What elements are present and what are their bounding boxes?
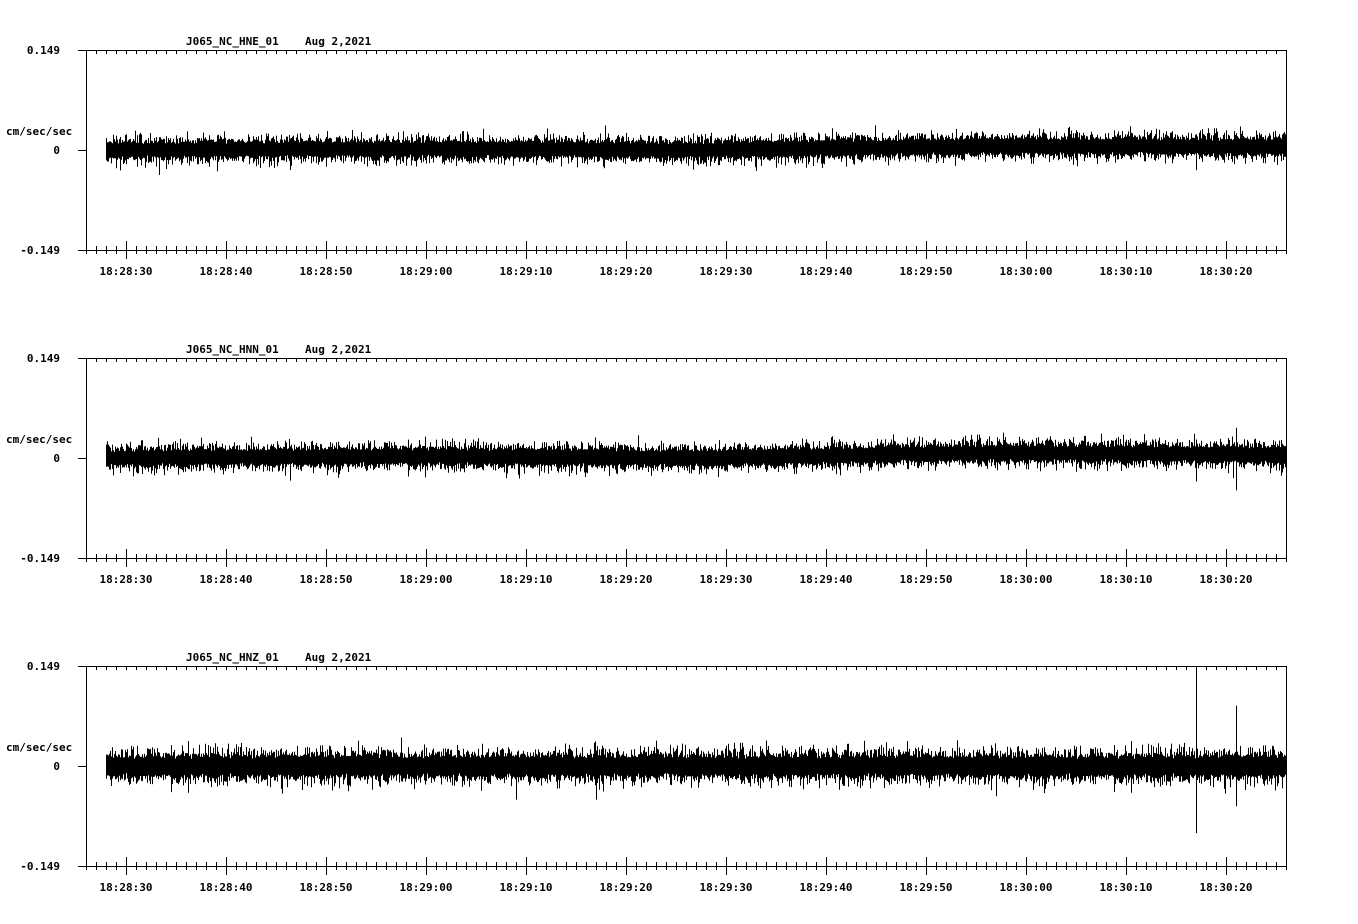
date-label: Aug 2,2021 <box>305 651 372 664</box>
x-tick-label: 18:29:50 <box>900 573 953 586</box>
y-tick-label: 0.149 <box>27 660 60 673</box>
y-tick-label: 0 <box>53 760 60 773</box>
x-tick-label: 18:28:30 <box>100 265 153 278</box>
x-tick-label: 18:28:50 <box>300 881 353 894</box>
y-tick-label: 0.149 <box>27 352 60 365</box>
x-tick-label: 18:30:00 <box>1000 573 1053 586</box>
x-tick-label: 18:28:30 <box>100 573 153 586</box>
x-tick-label: 18:28:50 <box>300 265 353 278</box>
y-axis-label: cm/sec/sec <box>6 433 72 446</box>
x-tick-label: 18:30:10 <box>1100 265 1153 278</box>
x-tick-label: 18:30:00 <box>1000 881 1053 894</box>
y-axis-label: cm/sec/sec <box>6 741 72 754</box>
waveform-trace <box>106 125 1286 175</box>
x-tick-label: 18:28:30 <box>100 881 153 894</box>
x-tick-label: 18:29:00 <box>400 573 453 586</box>
x-tick-label: 18:29:30 <box>700 881 753 894</box>
date-label: Aug 2,2021 <box>305 35 372 48</box>
x-tick-label: 18:29:20 <box>600 265 653 278</box>
y-tick-label: 0.149 <box>27 44 60 57</box>
x-tick-label: 18:29:00 <box>400 265 453 278</box>
y-tick-label: -0.149 <box>20 244 60 257</box>
waveform-trace <box>106 427 1286 491</box>
x-tick-label: 18:29:30 <box>700 573 753 586</box>
seismogram-figure: J065_NC_HNE_01 Aug 2,2021 0.149 0 -0.149 cm/s… <box>6 35 1287 894</box>
panel-2 <box>78 358 1287 567</box>
x-tick-label: 18:29:20 <box>600 573 653 586</box>
x-tick-label: 18:30:20 <box>1200 265 1253 278</box>
x-tick-label: 18:28:40 <box>200 265 253 278</box>
y-tick-label: -0.149 <box>20 552 60 565</box>
y-tick-label: 0 <box>53 144 60 157</box>
x-tick-label: 18:29:10 <box>500 265 553 278</box>
x-tick-label: 18:29:10 <box>500 573 553 586</box>
x-tick-label: 18:29:40 <box>800 265 853 278</box>
x-tick-label: 18:29:30 <box>700 265 753 278</box>
x-tick-label: 18:30:10 <box>1100 881 1153 894</box>
station-title: J065_NC_HNE_01 <box>186 35 279 48</box>
y-axis-label: cm/sec/sec <box>6 125 72 138</box>
waveform-trace <box>106 666 1286 834</box>
x-tick-label: 18:29:40 <box>800 573 853 586</box>
panel-3 <box>78 666 1287 875</box>
x-tick-label: 18:28:50 <box>300 573 353 586</box>
x-tick-label: 18:30:20 <box>1200 881 1253 894</box>
y-tick-label: 0 <box>53 452 60 465</box>
x-tick-label: 18:29:10 <box>500 881 553 894</box>
date-label: Aug 2,2021 <box>305 343 372 356</box>
x-tick-label: 18:29:50 <box>900 265 953 278</box>
x-tick-label: 18:29:00 <box>400 881 453 894</box>
x-tick-label: 18:30:00 <box>1000 265 1053 278</box>
x-tick-label: 18:30:10 <box>1100 573 1153 586</box>
x-tick-label: 18:30:20 <box>1200 573 1253 586</box>
x-tick-label: 18:29:40 <box>800 881 853 894</box>
x-tick-label: 18:29:50 <box>900 881 953 894</box>
x-tick-label: 18:28:40 <box>200 881 253 894</box>
station-title: J065_NC_HNN_01 <box>186 343 279 356</box>
panel-1 <box>78 50 1287 259</box>
x-tick-label: 18:28:40 <box>200 573 253 586</box>
station-title: J065_NC_HNZ_01 <box>186 651 279 664</box>
y-tick-label: -0.149 <box>20 860 60 873</box>
x-tick-label: 18:29:20 <box>600 881 653 894</box>
